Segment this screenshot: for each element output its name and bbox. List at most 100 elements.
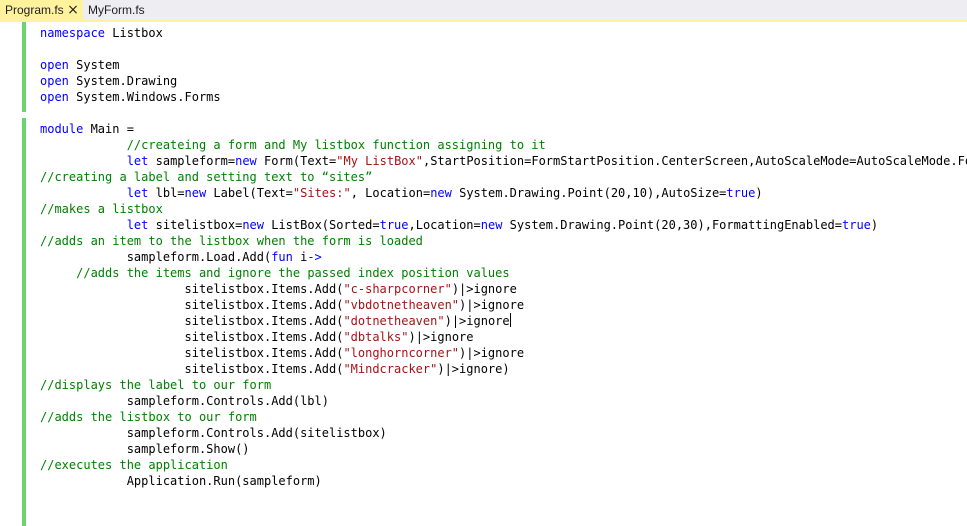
code-editor[interactable]: namespace Listbox open System open System.… (40, 25, 967, 489)
code-text: lbl= (148, 186, 185, 200)
code-text: sitelistbox.Items.Add( (40, 362, 344, 376)
code-text: ,Location= (408, 218, 481, 232)
code-text: Label(Text= (206, 186, 293, 200)
code-text: sitelistbox.Items.Add( (40, 330, 344, 344)
code-text: System.Windows.Forms (68, 90, 221, 104)
code-line: sitelistbox.Items.Add("dotnetheaven")|>i… (40, 313, 967, 329)
document-tab-bar: Program.fs × MyForm.fs (0, 0, 967, 22)
code-text: Main = (83, 122, 134, 136)
code-line: open System.Windows.Forms (40, 89, 967, 105)
code-text: )|>ignore (459, 298, 525, 312)
code-text: sitelistbox.Items.Add( (40, 282, 344, 296)
code-line: let lbl=new Label(Text="Sites:", Locatio… (40, 185, 967, 201)
code-string: "longhorncorner" (343, 346, 460, 360)
tab-label: MyForm.fs (88, 3, 145, 17)
code-text: sitelistbox.Items.Add( (40, 298, 344, 312)
code-line: //displays the label to our form (40, 377, 967, 393)
code-string: "dotnetheaven" (343, 314, 445, 328)
code-keyword: new (235, 154, 257, 168)
code-comment: //executes the application (40, 458, 228, 472)
code-line: sampleform.Controls.Add(sitelistbox) (40, 425, 967, 441)
code-text: System.Drawing (68, 74, 178, 88)
code-text: sitelistbox.Items.Add( (40, 346, 344, 360)
code-text: Application.Run(sampleform) (40, 474, 322, 488)
close-icon[interactable]: × (66, 0, 80, 20)
code-line: sitelistbox.Items.Add("longhorncorner")|… (40, 345, 967, 361)
code-comment: //creating a label and setting text to “… (40, 170, 373, 184)
code-line: namespace Listbox (40, 25, 967, 41)
code-text: System (68, 58, 120, 72)
code-keyword: namespace (40, 26, 106, 40)
code-text: sampleform.Controls.Add(sitelistbox) (40, 426, 387, 440)
code-text: Listbox (105, 26, 163, 40)
code-text: ,StartPosition=FormStartPosition.CenterS… (422, 154, 967, 168)
code-keyword: let (126, 154, 149, 168)
tab-label: Program.fs (5, 3, 64, 17)
code-text: )|>ignore) (437, 362, 510, 376)
code-comment: //adds an item to the listbox when the f… (40, 234, 423, 248)
code-text: ) (755, 186, 763, 200)
code-text: sampleform= (148, 154, 236, 168)
code-line: sitelistbox.Items.Add("c-sharpcorner")|>… (40, 281, 967, 297)
tab-program-fs[interactable]: Program.fs × (0, 0, 83, 20)
code-line: sitelistbox.Items.Add("dbtalks")|>ignore (40, 329, 967, 345)
code-line: //executes the application (40, 457, 967, 473)
text-caret (509, 313, 511, 327)
code-line: sampleform.Load.Add(fun i-> (40, 249, 967, 265)
code-text: Form(Text= (256, 154, 337, 168)
code-string: "dbtalks" (343, 330, 409, 344)
code-line: //adds the items and ignore the passed i… (40, 265, 967, 281)
code-comment: //makes a listbox (40, 202, 163, 216)
code-keyword: fun (271, 250, 293, 264)
code-text: i (292, 250, 308, 264)
code-line: let sampleform=new Form(Text="My ListBox… (40, 153, 967, 169)
code-text: )|>ignore (459, 346, 525, 360)
change-indicator-bar (22, 22, 26, 112)
code-string: "My ListBox" (336, 154, 423, 168)
code-text: ) (870, 218, 879, 232)
code-keyword: open (40, 90, 69, 104)
code-text: ListBox(Sorted= (264, 218, 380, 232)
code-string: "vbdotnetheaven" (343, 298, 460, 312)
code-text: sampleform.Show() (40, 442, 250, 456)
code-comment: //createing a form and My listbox functi… (126, 138, 546, 152)
code-line: //adds an item to the listbox when the f… (40, 233, 967, 249)
code-line: //adds the listbox to our form (40, 409, 967, 425)
code-comment: //adds the items and ignore the passed i… (76, 266, 510, 280)
code-line: //makes a listbox (40, 201, 967, 217)
code-text: )|>ignore (451, 282, 517, 296)
code-line: sitelistbox.Items.Add("vbdotnetheaven")|… (40, 297, 967, 313)
code-string: "c-sharpcorner" (343, 282, 452, 296)
code-line: open System (40, 57, 967, 73)
code-text: sampleform.Load.Add( (40, 250, 272, 264)
code-comment: //displays the label to our form (40, 378, 272, 392)
tab-myform-fs[interactable]: MyForm.fs (83, 0, 153, 20)
code-line: //createing a form and My listbox functi… (40, 137, 967, 153)
code-text: )|>ignore (408, 330, 474, 344)
code-text: System.Drawing.Point(20,10),AutoSize= (451, 186, 727, 200)
code-line: Application.Run(sampleform) (40, 473, 967, 489)
code-line: let sitelistbox=new ListBox(Sorted=true,… (40, 217, 967, 233)
change-indicator-bar (22, 118, 26, 526)
code-text: )|>ignore (444, 314, 510, 328)
editor-margin (0, 22, 22, 526)
code-keyword: new (242, 218, 264, 232)
code-line: open System.Drawing (40, 73, 967, 89)
code-string: "Sites:" (292, 186, 351, 200)
code-line: sitelistbox.Items.Add("Mindcracker")|>ig… (40, 361, 967, 377)
code-string: "Mindcracker" (343, 362, 438, 376)
code-text: sitelistbox.Items.Add( (40, 314, 344, 328)
code-keyword: true (726, 186, 756, 200)
code-keyword: new (480, 218, 503, 232)
code-keyword: true (842, 218, 871, 232)
code-keyword: open (40, 74, 69, 88)
code-keyword: let (126, 218, 149, 232)
code-comment: //adds the listbox to our form (40, 410, 257, 424)
